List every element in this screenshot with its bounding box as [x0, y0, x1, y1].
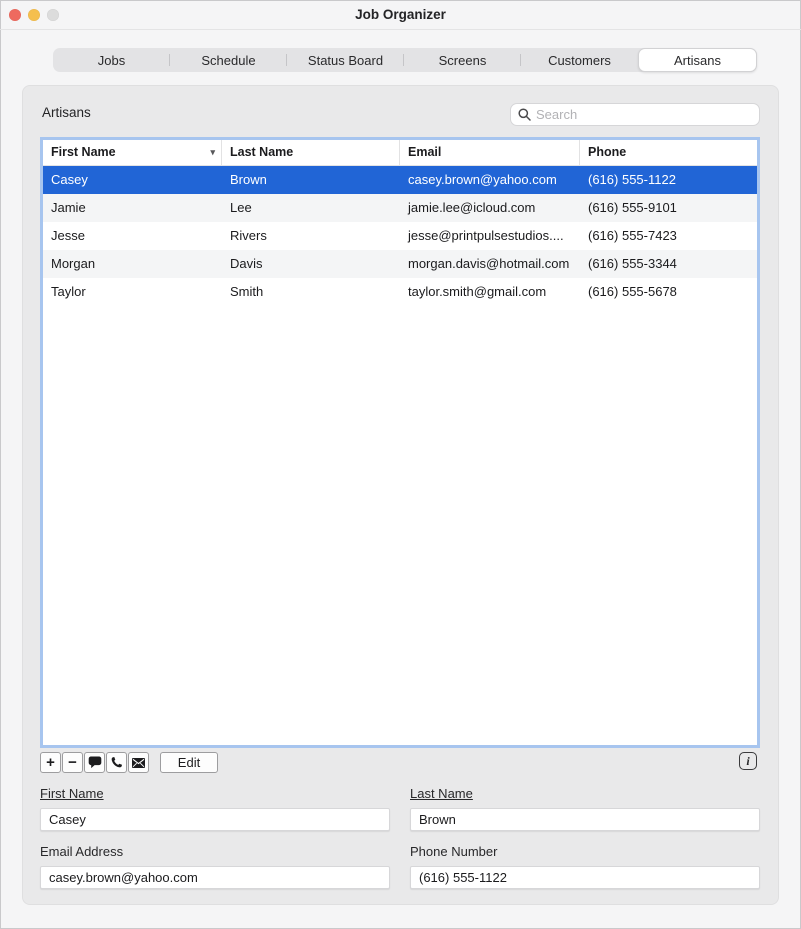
table-row[interactable]: Taylor Smith taylor.smith@gmail.com (616…	[43, 278, 757, 306]
search-input[interactable]	[536, 107, 752, 122]
tab-label: Artisans	[674, 53, 721, 68]
tab-bar: Jobs Schedule Status Board Screens Custo…	[53, 48, 757, 72]
add-record-button[interactable]: +	[40, 752, 61, 773]
phone-icon	[110, 756, 123, 769]
first-name-label: First Name	[40, 786, 104, 801]
table-row[interactable]: Jesse Rivers jesse@printpulsestudios....…	[43, 222, 757, 250]
cell-last-name: Davis	[222, 250, 400, 278]
minimize-button[interactable]	[28, 9, 40, 21]
cell-email: taylor.smith@gmail.com	[400, 278, 580, 306]
search-field	[510, 103, 760, 126]
cell-last-name: Brown	[222, 166, 400, 194]
cell-phone: (616) 555-7423	[580, 222, 757, 250]
column-header-first-name[interactable]: First Name ▾	[43, 140, 222, 165]
cell-first-name: Taylor	[43, 278, 222, 306]
cell-email: morgan.davis@hotmail.com	[400, 250, 580, 278]
table-row[interactable]: Casey Brown casey.brown@yahoo.com (616) …	[43, 166, 757, 194]
window-title: Job Organizer	[355, 7, 446, 22]
column-label: Email	[408, 145, 441, 159]
minus-icon: −	[68, 755, 77, 770]
tab-label: Customers	[548, 53, 611, 68]
artisans-table: First Name ▾ Last Name Email Phone Casey…	[40, 137, 760, 748]
tab-label: Jobs	[98, 53, 125, 68]
cell-first-name: Morgan	[43, 250, 222, 278]
cell-email: jesse@printpulsestudios....	[400, 222, 580, 250]
cell-last-name: Smith	[222, 278, 400, 306]
tab-screens[interactable]: Screens	[404, 48, 521, 72]
section-title: Artisans	[42, 105, 91, 120]
column-header-last-name[interactable]: Last Name	[222, 140, 400, 165]
cell-phone: (616) 555-9101	[580, 194, 757, 222]
email-address-field[interactable]	[40, 866, 390, 889]
cell-phone: (616) 555-1122	[580, 166, 757, 194]
column-header-phone[interactable]: Phone	[580, 140, 757, 165]
cell-phone: (616) 555-3344	[580, 250, 757, 278]
tab-label: Status Board	[308, 53, 383, 68]
first-name-field[interactable]	[40, 808, 390, 831]
tab-jobs[interactable]: Jobs	[53, 48, 170, 72]
table-header: First Name ▾ Last Name Email Phone	[43, 140, 757, 166]
plus-icon: +	[46, 755, 55, 770]
column-label: First Name	[51, 145, 116, 159]
cell-email: casey.brown@yahoo.com	[400, 166, 580, 194]
message-button[interactable]	[84, 752, 105, 773]
cell-first-name: Jamie	[43, 194, 222, 222]
tab-status-board[interactable]: Status Board	[287, 48, 404, 72]
cell-last-name: Rivers	[222, 222, 400, 250]
cell-phone: (616) 555-5678	[580, 278, 757, 306]
tab-customers[interactable]: Customers	[521, 48, 638, 72]
zoom-button[interactable]	[47, 9, 59, 21]
column-label: Last Name	[230, 145, 293, 159]
email-address-label: Email Address	[40, 844, 123, 859]
tab-schedule[interactable]: Schedule	[170, 48, 287, 72]
info-icon: i	[746, 754, 749, 769]
table-row[interactable]: Jamie Lee jamie.lee@icloud.com (616) 555…	[43, 194, 757, 222]
app-window: Job Organizer Jobs Schedule Status Board…	[0, 0, 801, 929]
cell-email: jamie.lee@icloud.com	[400, 194, 580, 222]
envelope-icon	[132, 758, 145, 768]
close-button[interactable]	[9, 9, 21, 21]
email-button[interactable]	[128, 752, 149, 773]
cell-first-name: Jesse	[43, 222, 222, 250]
remove-record-button[interactable]: −	[62, 752, 83, 773]
cell-last-name: Lee	[222, 194, 400, 222]
edit-button[interactable]: Edit	[160, 752, 218, 773]
phone-number-label: Phone Number	[410, 844, 497, 859]
last-name-field[interactable]	[410, 808, 760, 831]
call-button[interactable]	[106, 752, 127, 773]
search-icon	[518, 108, 531, 121]
info-button[interactable]: i	[739, 752, 757, 770]
table-row[interactable]: Morgan Davis morgan.davis@hotmail.com (6…	[43, 250, 757, 278]
edit-button-label: Edit	[178, 755, 200, 770]
tab-label: Screens	[439, 53, 487, 68]
tab-artisans[interactable]: Artisans	[638, 48, 757, 72]
title-bar: Job Organizer	[0, 0, 801, 30]
speech-bubble-icon	[88, 756, 102, 769]
last-name-label: Last Name	[410, 786, 473, 801]
cell-first-name: Casey	[43, 166, 222, 194]
column-label: Phone	[588, 145, 626, 159]
tab-label: Schedule	[201, 53, 255, 68]
phone-number-field[interactable]	[410, 866, 760, 889]
column-header-email[interactable]: Email	[400, 140, 580, 165]
sort-descending-icon: ▾	[210, 140, 215, 165]
